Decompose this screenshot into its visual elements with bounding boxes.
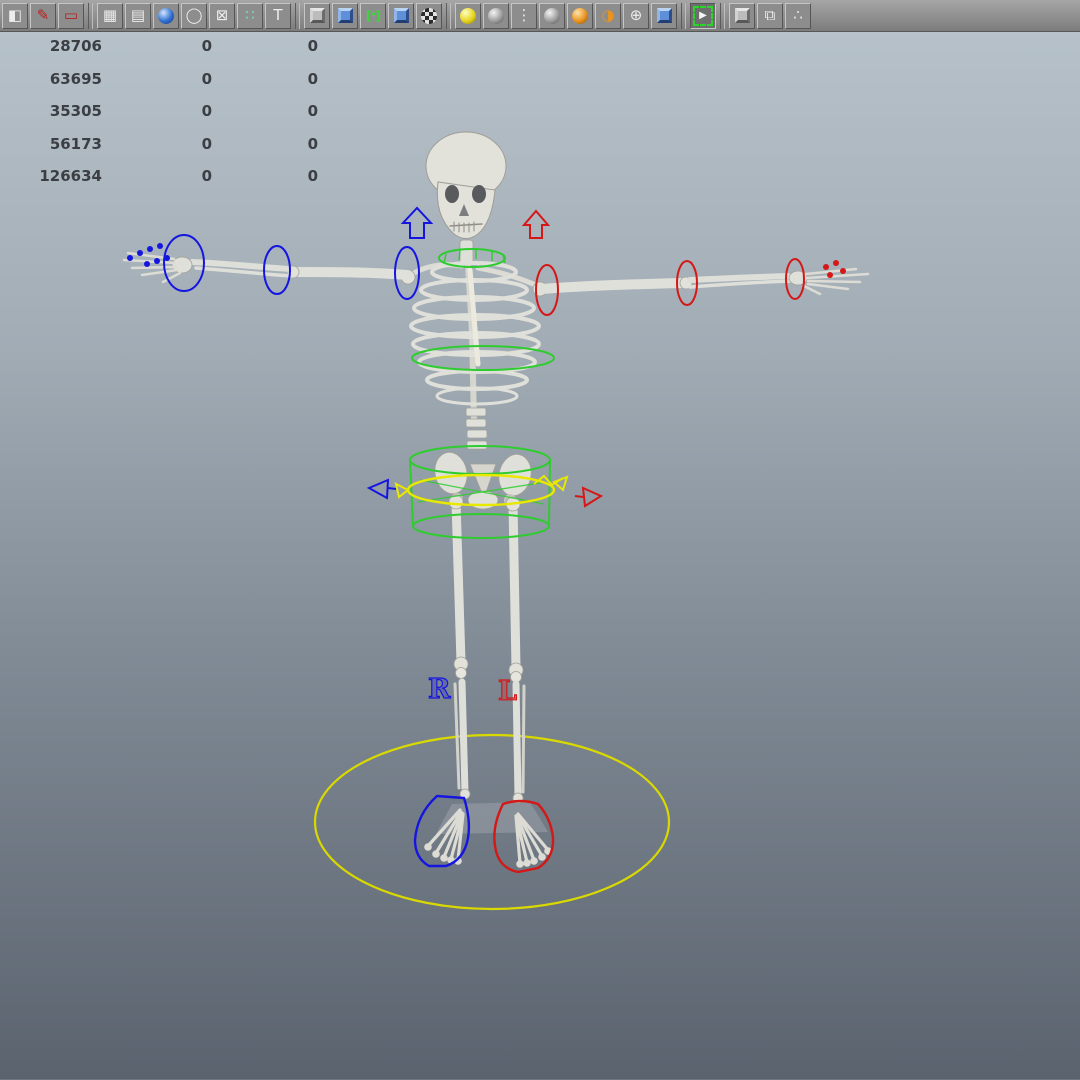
gamma-display-icon[interactable]: ◑ <box>595 2 621 29</box>
text-tool-icon[interactable]: T <box>265 2 291 29</box>
ipr-region-icon[interactable] <box>539 2 565 29</box>
foot-right <box>424 808 465 865</box>
toolbar-separator <box>681 2 686 29</box>
render-cube-icon[interactable] <box>388 2 414 29</box>
legs <box>448 494 526 804</box>
checker-sphere-icon[interactable] <box>416 2 442 29</box>
construction-history-icon[interactable]: [*] <box>360 2 386 29</box>
snap-to-plane-icon[interactable]: ∷ <box>237 2 263 29</box>
viewport-3d[interactable]: 28706 0 0 63695 0 0 35305 0 0 56173 0 0 … <box>0 32 1080 1079</box>
duplicate-icon[interactable]: ⧉ <box>757 2 783 29</box>
pen-tool-icon[interactable]: ✎ <box>30 2 56 29</box>
label-right: R <box>428 674 451 705</box>
render-current-frame-icon[interactable] <box>455 2 481 29</box>
hip-box-control <box>409 445 551 539</box>
toolbar-separator <box>295 2 300 29</box>
pelvis <box>434 451 532 510</box>
render-settings-icon[interactable] <box>567 2 593 29</box>
toolbar-separator <box>88 2 93 29</box>
head-arrow-control-left <box>521 209 551 239</box>
toolbar-separator <box>446 2 451 29</box>
arm-left <box>532 267 870 297</box>
grid-icon[interactable]: ▦ <box>97 2 123 29</box>
object-mode-cube-icon[interactable] <box>729 2 755 29</box>
toolbar-separator <box>720 2 725 29</box>
snap-to-point-icon[interactable]: ⊠ <box>209 2 235 29</box>
share-nodes-icon[interactable]: ∴ <box>785 2 811 29</box>
snap-to-curve-icon[interactable]: ◯ <box>181 2 207 29</box>
status-line-toolbar: ◧ ✎ ▭ ▦ ▤ ◯ ⊠ ∷ T [*] ⋮ ◑ ⊕ ▶ ⧉ ∴ <box>0 0 1080 32</box>
hip-cone-control-right <box>366 478 397 500</box>
head-arrow-control-right <box>400 206 434 239</box>
scene-canvas[interactable]: R L <box>0 32 1080 1079</box>
skeleton-model[interactable] <box>122 131 870 868</box>
ipr-render-icon[interactable] <box>483 2 509 29</box>
film-gate-icon[interactable]: ▤ <box>125 2 151 29</box>
left-side-controls[interactable]: L <box>493 209 846 874</box>
label-left: L <box>498 676 517 707</box>
hip-cone-control-left <box>574 486 604 508</box>
input-connections-icon[interactable] <box>304 2 330 29</box>
lumbar-spine <box>465 407 488 450</box>
snap-to-grid-icon[interactable] <box>153 2 179 29</box>
output-connections-icon[interactable] <box>332 2 358 29</box>
skull <box>425 131 507 239</box>
render-diagnostics-icon[interactable]: ⋮ <box>511 2 537 29</box>
selection-tool-icon[interactable]: ▶ <box>690 2 716 29</box>
object-selection-mask-icon[interactable]: ◧ <box>2 2 28 29</box>
eraser-tool-icon[interactable]: ▭ <box>58 2 84 29</box>
add-node-icon[interactable]: ⊕ <box>623 2 649 29</box>
texture-cube-icon[interactable] <box>651 2 677 29</box>
neck-bones <box>459 239 474 265</box>
right-side-controls[interactable]: R <box>127 206 471 868</box>
